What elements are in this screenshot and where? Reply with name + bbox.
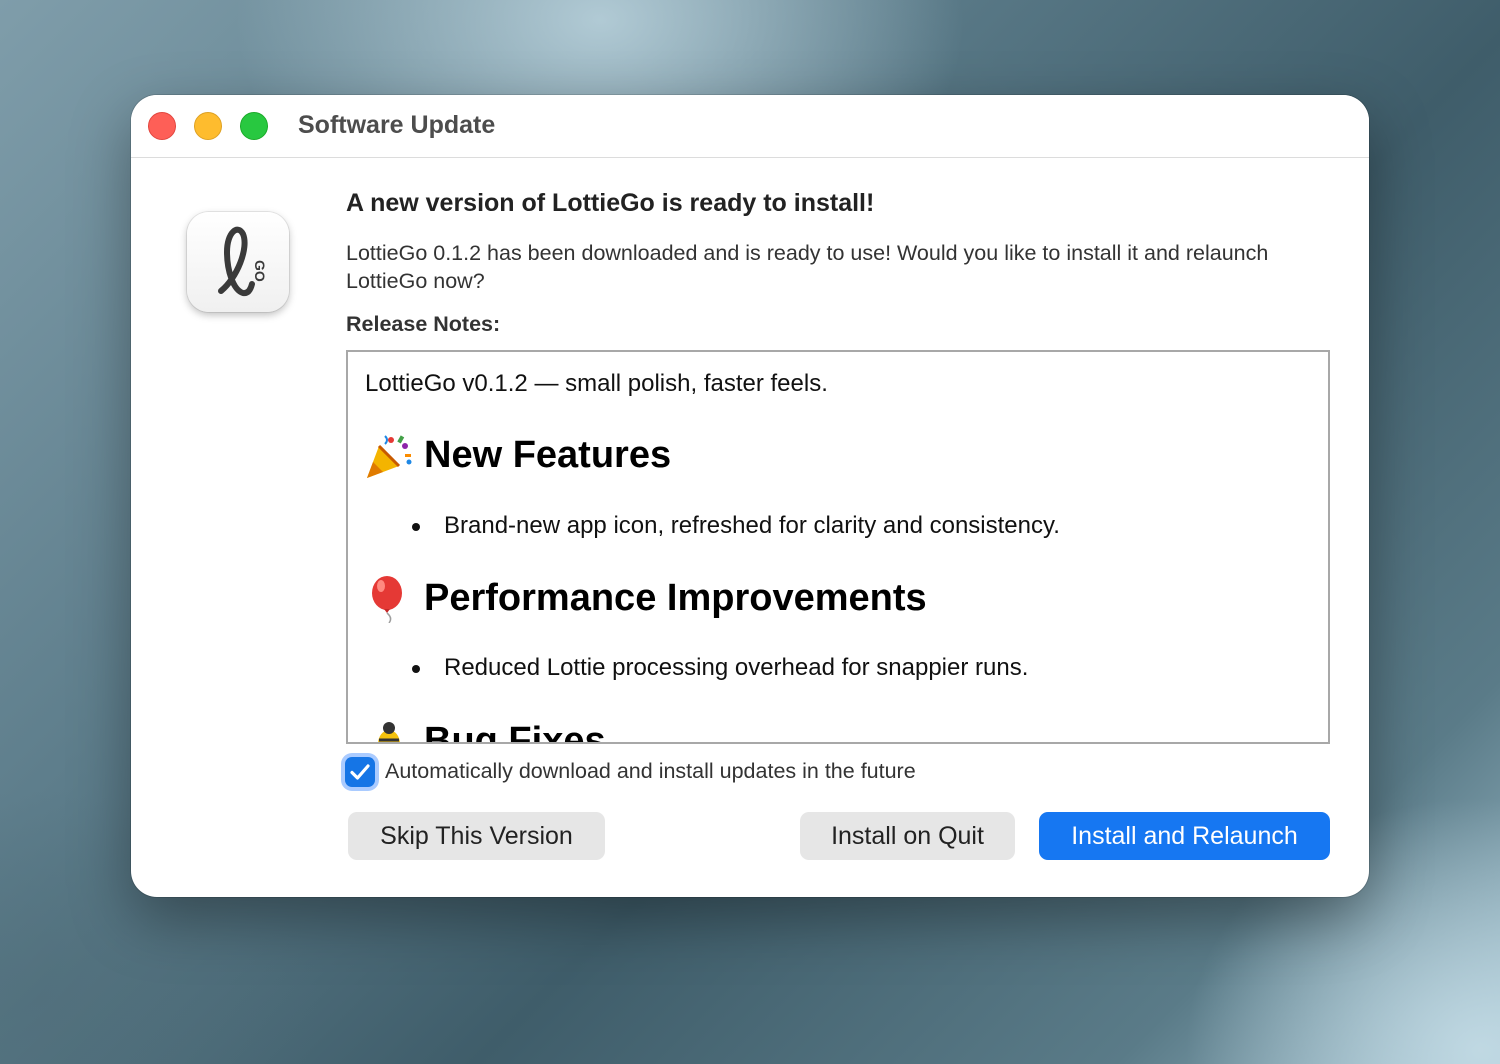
svg-text:GO: GO (252, 260, 268, 282)
skip-version-button[interactable]: Skip This Version (348, 812, 605, 860)
bullet-dot (412, 523, 420, 531)
party-popper-icon (367, 435, 412, 478)
lottiego-logo-icon: GO (218, 226, 268, 297)
list-item-text: Reduced Lottie processing overhead for s… (444, 654, 1029, 681)
release-notes-panel[interactable]: LottieGo v0.1.2 — small polish, faster f… (346, 350, 1330, 744)
section-heading-text: New Features (424, 434, 672, 476)
section-heading-text: Bug Fixes (424, 720, 606, 744)
section-heading-text: Performance Improvements (424, 577, 927, 619)
bug-icon (378, 722, 400, 742)
bullet-dot (412, 665, 420, 673)
checkmark-icon (350, 764, 370, 780)
minimize-window-button[interactable] (194, 112, 222, 140)
install-on-quit-button[interactable]: Install on Quit (800, 812, 1015, 860)
release-notes-label: Release Notes: (346, 312, 501, 336)
software-update-window: Software Update GO A new version of Lott… (131, 95, 1369, 897)
close-window-button[interactable] (148, 112, 176, 140)
balloon-icon (372, 576, 402, 623)
update-message: LottieGo 0.1.2 has been downloaded and i… (346, 241, 1269, 293)
auto-update-checkbox[interactable] (345, 757, 375, 787)
zoom-window-button[interactable] (240, 112, 268, 140)
list-item-text: Brand-new app icon, refreshed for clarit… (444, 512, 1060, 539)
install-and-relaunch-button[interactable]: Install and Relaunch (1039, 812, 1330, 860)
auto-update-label[interactable]: Automatically download and install updat… (385, 759, 916, 784)
window-title: Software Update (298, 111, 496, 139)
release-notes-intro: LottieGo v0.1.2 — small polish, faster f… (365, 370, 828, 397)
title-bar: Software Update (131, 95, 1369, 158)
app-icon: GO (187, 212, 289, 312)
update-headline: A new version of LottieGo is ready to in… (346, 189, 875, 217)
